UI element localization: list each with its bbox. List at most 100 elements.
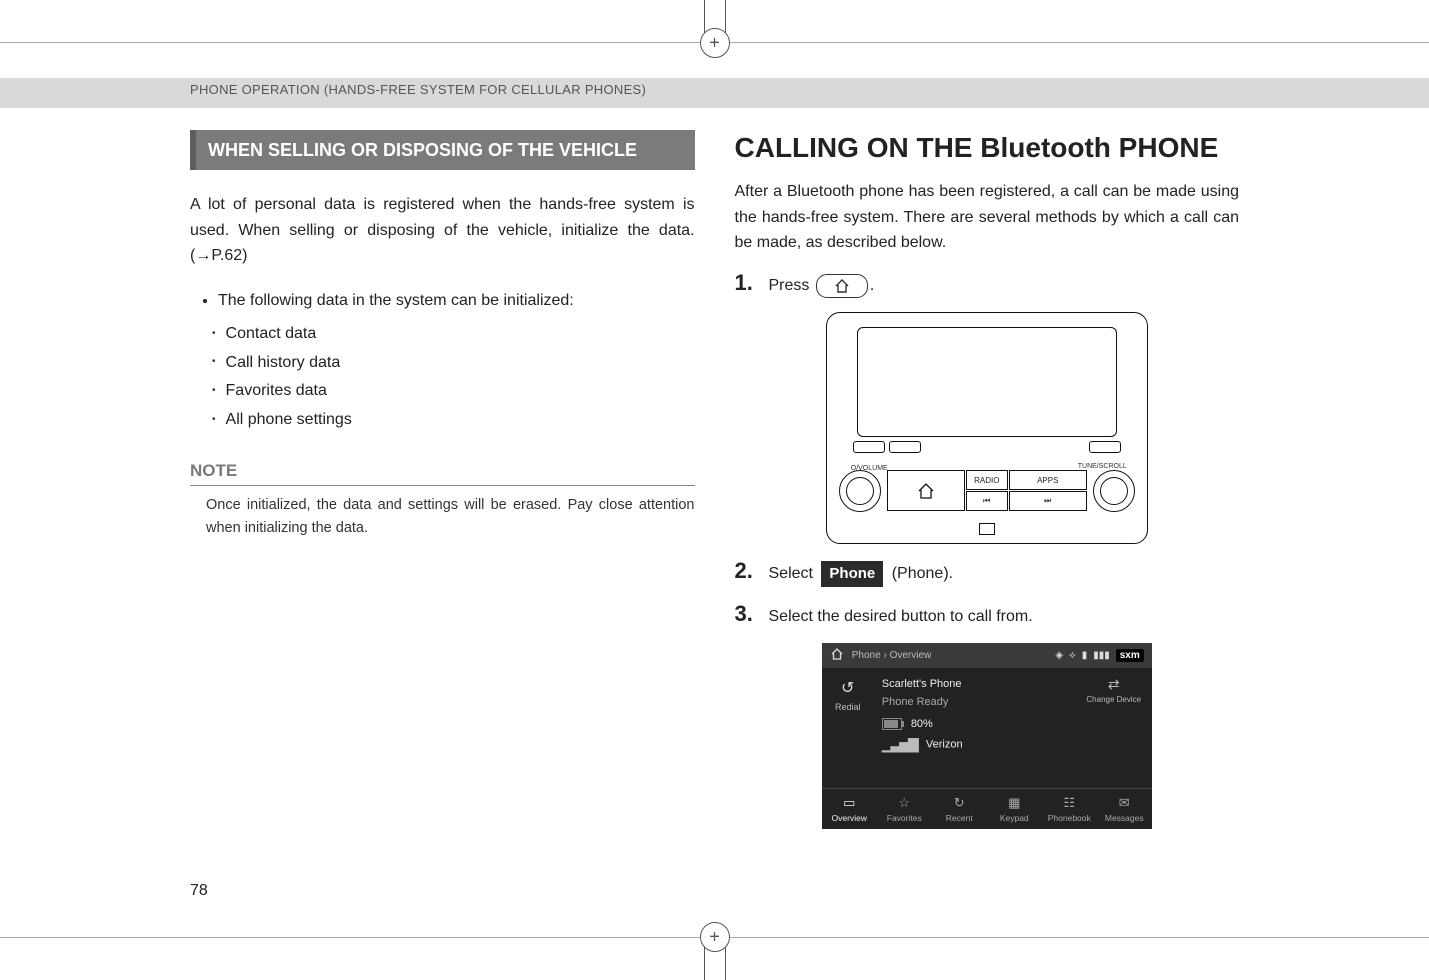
house-icon: [834, 279, 850, 293]
tab-phonebook: ☷ Phonebook: [1042, 789, 1097, 829]
apps-button-label: APPS: [1009, 470, 1087, 490]
battery-row: 80%: [882, 718, 1068, 730]
left-column: WHEN SELLING OR DISPOSING OF THE VEHICLE…: [190, 130, 695, 829]
step-number: 2.: [735, 558, 759, 584]
breadcrumb-sep: ›: [883, 650, 886, 661]
running-header: PHONE OPERATION (HANDS-FREE SYSTEM FOR C…: [190, 82, 646, 97]
star-icon: ☆: [877, 795, 932, 811]
battery-percent: 80%: [911, 718, 933, 730]
note-heading: NOTE: [190, 461, 695, 486]
bullet-list: The following data in the system can be …: [218, 287, 695, 316]
home-hard-button: [887, 470, 965, 511]
step-number: 1.: [735, 270, 759, 296]
intro-paragraph-right: After a Bluetooth phone has been registe…: [735, 179, 1240, 256]
signal-icon: ▮▮▮: [1093, 650, 1110, 661]
tab-label: Phonebook: [1048, 813, 1091, 823]
change-device-panel: ⇄ Change Device: [1076, 668, 1152, 788]
manual-page: + + PHONE OPERATION (HANDS-FREE SYSTEM F…: [0, 0, 1429, 980]
tab-recent: ↻ Recent: [932, 789, 987, 829]
right-column: CALLING ON THE Bluetooth PHONE After a B…: [735, 130, 1240, 829]
overview-icon: ▭: [822, 795, 877, 811]
button-grid: RADIO APPS ⏮ ⏭: [887, 470, 1087, 511]
tab-label: Overview: [832, 813, 867, 823]
device-controls: RADIO APPS ⏮ ⏭: [839, 469, 1135, 513]
phonebook-icon: ☷: [1042, 795, 1097, 811]
registration-mark-top: +: [700, 28, 730, 58]
section-title: WHEN SELLING OR DISPOSING OF THE VEHICLE: [190, 130, 695, 170]
note-text: Once initialized, the data and settings …: [206, 494, 695, 539]
step-text: Select the desired button to call from.: [769, 605, 1240, 629]
screenshot-tabs: ▭ Overview ☆ Favorites ↻ Recent ▦ Keypad: [822, 788, 1152, 829]
step-text: Select: [769, 565, 813, 582]
home-icon: [830, 647, 844, 664]
breadcrumb-phone: Phone: [852, 650, 881, 661]
slot-icon: [1089, 441, 1121, 453]
redial-icon: ↺: [841, 678, 854, 698]
phone-overview-screenshot: Phone › Overview ◈ ⟡ ▮ ▮▮▮ sxm: [822, 643, 1152, 829]
phone-status: Phone Ready: [882, 696, 1068, 708]
screenshot-status-bar: Phone › Overview ◈ ⟡ ▮ ▮▮▮ sxm: [822, 643, 1152, 668]
next-track-icon: ⏭: [1009, 491, 1087, 511]
phone-pill: Phone: [821, 561, 883, 588]
status-icons: ◈ ⟡ ▮ ▮▮▮ sxm: [1055, 649, 1143, 662]
recent-icon: ↻: [932, 795, 987, 811]
registration-mark-bottom: +: [700, 922, 730, 952]
phone-name: Scarlett's Phone: [882, 678, 1068, 690]
tab-overview: ▭ Overview: [822, 789, 877, 829]
step-body: Select Phone (Phone).: [769, 561, 1240, 588]
bullet-main: The following data in the system can be …: [218, 287, 695, 316]
sub-item: All phone settings: [212, 406, 695, 435]
prev-track-icon: ⏮: [966, 491, 1008, 511]
tab-label: Recent: [946, 813, 973, 823]
tune-knob-icon: [1093, 470, 1135, 512]
tab-favorites: ☆ Favorites: [877, 789, 932, 829]
keypad-icon: ▦: [987, 795, 1042, 811]
battery-icon: ▮: [1082, 650, 1088, 661]
radio-button-label: RADIO: [966, 470, 1008, 490]
head-unit-figure: O/VOLUME TUNE/SCROLL RADIO APPS ⏮ ⏭: [826, 312, 1148, 544]
phone-info: Scarlett's Phone Phone Ready 80% ▁▃▅▇ Ve…: [874, 668, 1076, 788]
step-1: 1. Press .: [735, 270, 1240, 298]
redial-label: Redial: [835, 702, 861, 712]
bluetooth-icon: ⟡: [1069, 650, 1076, 661]
step-2: 2. Select Phone (Phone).: [735, 558, 1240, 588]
page-title: CALLING ON THE Bluetooth PHONE: [735, 130, 1240, 165]
breadcrumb: Phone › Overview: [852, 650, 932, 661]
step-3: 3. Select the desired button to call fro…: [735, 601, 1240, 629]
sd-slot-icon: [853, 441, 885, 453]
messages-icon: ✉: [1097, 795, 1152, 811]
redial-panel: ↺ Redial: [822, 668, 874, 788]
device-slot-row: [853, 441, 1121, 459]
tab-keypad: ▦ Keypad: [987, 789, 1042, 829]
breadcrumb-overview: Overview: [890, 650, 932, 661]
battery-icon: [882, 718, 902, 730]
sub-list: Contact data Call history data Favorites…: [212, 320, 695, 435]
screenshot-body: ↺ Redial Scarlett's Phone Phone Ready 80…: [822, 668, 1152, 788]
slot-icon: [889, 441, 921, 453]
sub-item: Contact data: [212, 320, 695, 349]
signal-bars-icon: ▁▃▅▇: [882, 736, 917, 753]
step-body: Press .: [769, 274, 1240, 298]
tab-label: Messages: [1105, 813, 1144, 823]
mic-icon: [979, 523, 995, 535]
intro-paragraph: A lot of personal data is registered whe…: [190, 192, 695, 269]
tab-messages: ✉ Messages: [1097, 789, 1152, 829]
wifi-icon: ◈: [1055, 650, 1063, 661]
change-device-icon: ⇄: [1082, 676, 1146, 693]
step-text-tail: .: [870, 277, 874, 294]
sub-item: Call history data: [212, 349, 695, 378]
volume-knob-icon: [839, 470, 881, 512]
step-number: 3.: [735, 601, 759, 627]
sxm-badge: sxm: [1116, 649, 1144, 662]
change-device-label: Change Device: [1086, 695, 1141, 704]
carrier-label: Verizon: [926, 739, 963, 751]
device-screen: [857, 327, 1117, 437]
tab-label: Favorites: [887, 813, 922, 823]
home-button-icon: [816, 274, 868, 298]
carrier-row: ▁▃▅▇ Verizon: [882, 736, 1068, 753]
content-columns: WHEN SELLING OR DISPOSING OF THE VEHICLE…: [190, 130, 1239, 829]
page-number: 78: [190, 882, 208, 900]
sub-item: Favorites data: [212, 377, 695, 406]
step-text: Press: [769, 277, 810, 294]
tab-label: Keypad: [1000, 813, 1029, 823]
